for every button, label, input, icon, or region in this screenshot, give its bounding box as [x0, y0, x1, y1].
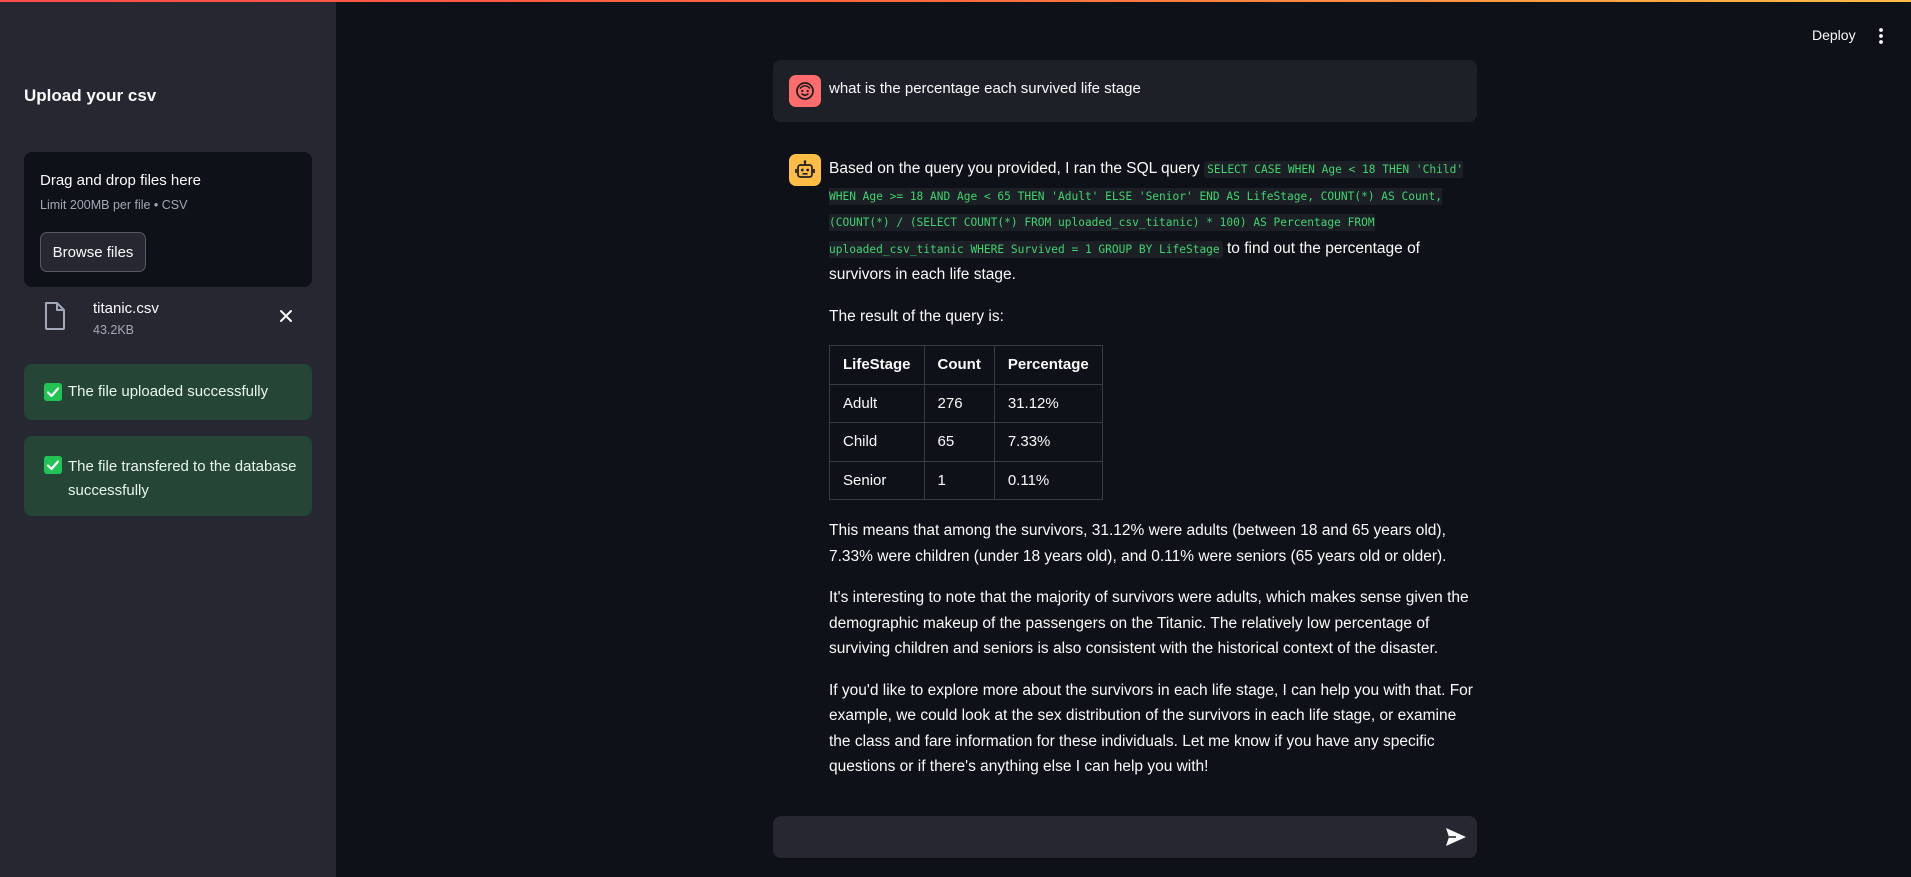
- user-avatar: [789, 75, 821, 107]
- assistant-chat-message: Based on the query you provided, I ran t…: [773, 140, 1477, 780]
- assistant-message-content: Based on the query you provided, I ran t…: [829, 156, 1477, 796]
- file-size: 43.2KB: [93, 323, 135, 337]
- table-cell: 65: [923, 422, 995, 462]
- browse-files-button[interactable]: Browse files: [40, 232, 146, 272]
- chat-input-container: [773, 816, 1477, 858]
- file-dropzone[interactable]: Drag and drop files here Limit 200MB per…: [24, 152, 312, 287]
- dropzone-limit-label: Limit 200MB per file • CSV: [40, 198, 188, 212]
- alert-text: The file transfered to the database succ…: [68, 458, 297, 499]
- uploaded-file-item: titanic.csv 43.2KB: [24, 298, 312, 342]
- column-header: Count: [923, 345, 995, 385]
- dropzone-label: Drag and drop files here: [40, 172, 201, 189]
- file-icon: [45, 302, 65, 330]
- assistant-avatar: [789, 154, 821, 186]
- alert-text: The file uploaded successfully: [68, 383, 269, 400]
- table-cell: 7.33%: [993, 422, 1103, 462]
- table-cell: Child: [829, 422, 925, 462]
- top-decoration-bar: [0, 0, 1911, 2]
- success-alert-upload: The file uploaded successfully: [24, 364, 312, 420]
- sidebar-title: Upload your csv: [24, 86, 157, 105]
- kebab-menu-icon[interactable]: [1876, 26, 1886, 46]
- result-table: LifeStage Count Percentage Adult 276 31.…: [829, 345, 1103, 500]
- table-cell: 31.12%: [993, 383, 1103, 423]
- assistant-paragraph: If you'd like to explore more about the …: [829, 681, 1473, 776]
- user-chat-message: what is the percentage each survived lif…: [773, 60, 1477, 122]
- table-row: Child 65 7.33%: [829, 422, 1103, 462]
- send-icon[interactable]: [1445, 827, 1467, 847]
- column-header: Percentage: [993, 345, 1103, 385]
- result-label: The result of the query is:: [829, 307, 1004, 325]
- table-cell: 1: [923, 460, 995, 500]
- table-cell: Adult: [829, 383, 925, 423]
- table-cell: Senior: [829, 460, 925, 500]
- deploy-button[interactable]: Deploy: [1812, 27, 1856, 43]
- assistant-intro-paragraph: Based on the query you provided, I ran t…: [829, 156, 1477, 288]
- assistant-paragraph: This means that among the survivors, 31.…: [829, 522, 1447, 565]
- table-header-row: LifeStage Count Percentage: [829, 345, 1103, 385]
- sidebar: Upload your csv Drag and drop files here…: [0, 0, 336, 877]
- table-row: Adult 276 31.12%: [829, 383, 1103, 423]
- file-name: titanic.csv: [93, 300, 159, 317]
- check-icon: [44, 456, 62, 474]
- robot-icon: [795, 160, 815, 178]
- success-alert-database: The file transfered to the database succ…: [24, 436, 312, 516]
- column-header: LifeStage: [829, 345, 925, 385]
- smiley-face-icon: [796, 82, 814, 100]
- table-cell: 0.11%: [993, 460, 1103, 500]
- table-cell: 276: [923, 383, 995, 423]
- check-icon: [44, 383, 62, 401]
- table-row: Senior 1 0.11%: [829, 460, 1103, 500]
- assistant-paragraph: It's interesting to note that the majori…: [829, 589, 1469, 657]
- intro-text: Based on the query you provided, I ran t…: [829, 160, 1205, 177]
- user-message-text: what is the percentage each survived lif…: [829, 80, 1141, 97]
- close-icon[interactable]: [276, 306, 296, 326]
- chat-input[interactable]: [789, 816, 1409, 858]
